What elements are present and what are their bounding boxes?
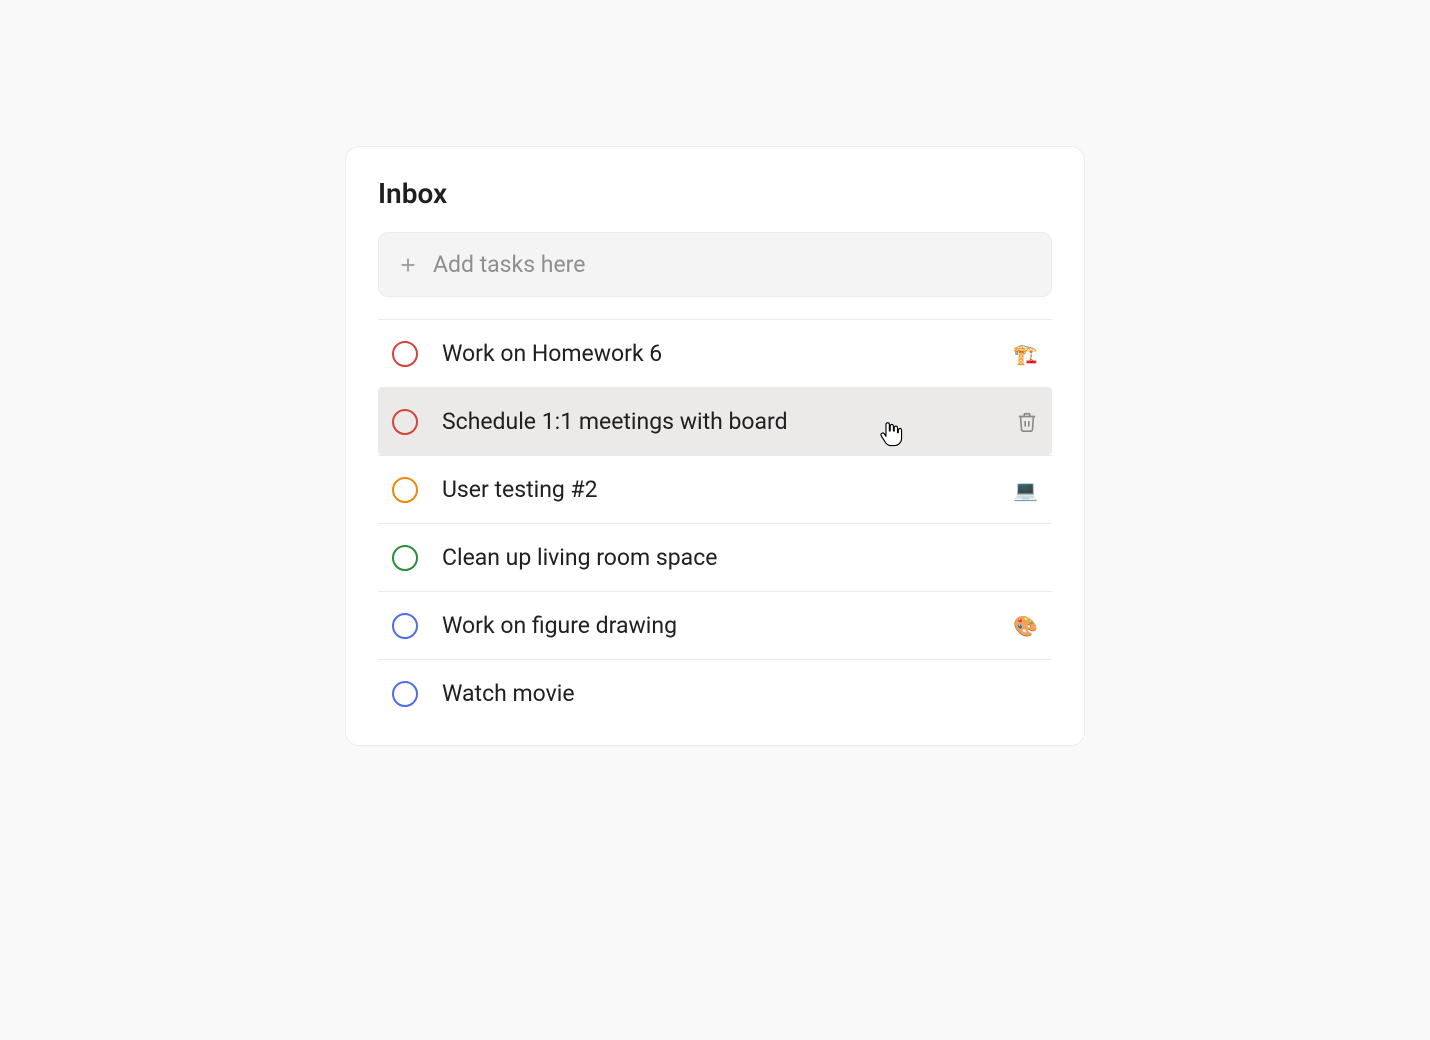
task-label: Work on Homework 6 (442, 340, 989, 367)
task-row[interactable]: User testing #2 💻 (378, 455, 1052, 523)
task-row[interactable]: Work on Homework 6 🏗️ (378, 319, 1052, 387)
trash-icon[interactable] (1016, 411, 1038, 433)
task-label: Schedule 1:1 meetings with board (442, 408, 992, 435)
complete-toggle[interactable] (392, 545, 418, 571)
complete-toggle[interactable] (392, 613, 418, 639)
add-task-placeholder: Add tasks here (433, 251, 585, 278)
project-tag-icon: 💻 (1013, 480, 1038, 500)
task-list: Work on Homework 6 🏗️ Schedule 1:1 meeti… (378, 319, 1052, 727)
task-label: Watch movie (442, 680, 1014, 707)
complete-toggle[interactable] (392, 409, 418, 435)
task-label: User testing #2 (442, 476, 989, 503)
complete-toggle[interactable] (392, 341, 418, 367)
task-row[interactable]: Watch movie (378, 659, 1052, 727)
task-label: Work on figure drawing (442, 612, 989, 639)
project-tag-icon: 🎨 (1013, 616, 1038, 636)
task-row[interactable]: Clean up living room space (378, 523, 1052, 591)
task-label: Clean up living room space (442, 544, 1014, 571)
inbox-card: Inbox Add tasks here Work on Homework 6 … (345, 146, 1085, 746)
complete-toggle[interactable] (392, 477, 418, 503)
task-row[interactable]: Work on figure drawing 🎨 (378, 591, 1052, 659)
plus-icon (397, 254, 419, 276)
complete-toggle[interactable] (392, 681, 418, 707)
task-row[interactable]: Schedule 1:1 meetings with board (378, 387, 1052, 455)
page-title: Inbox (378, 177, 1052, 210)
add-task-input[interactable]: Add tasks here (378, 232, 1052, 297)
project-tag-icon: 🏗️ (1013, 344, 1038, 364)
